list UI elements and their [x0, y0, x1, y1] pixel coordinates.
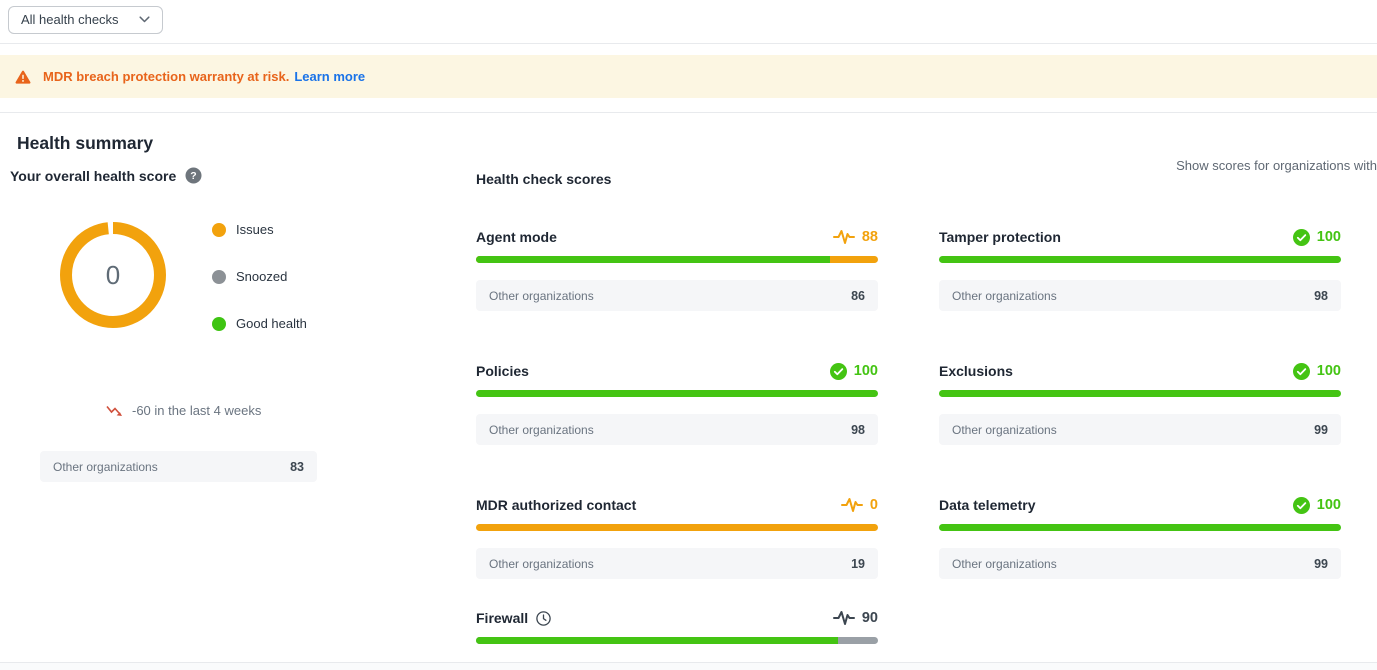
legend-item-snoozed: Snoozed	[212, 269, 307, 284]
comparison-box: Other organizations 99	[939, 414, 1341, 445]
bottom-divider	[0, 662, 1377, 670]
check-name: Data telemetry	[939, 497, 1036, 513]
score-value: 100	[1317, 363, 1341, 379]
comparison-box: Other organizations 86	[476, 280, 878, 311]
filter-selected-value: All health checks	[21, 12, 119, 27]
trend-text: -60 in the last 4 weeks	[132, 403, 261, 418]
score-bar	[476, 637, 878, 644]
check-name: MDR authorized contact	[476, 497, 636, 513]
check-icon	[1293, 497, 1310, 514]
score-value: 100	[1317, 229, 1341, 245]
comparison-box: Other organizations 98	[476, 414, 878, 445]
score-value: 90	[862, 610, 878, 626]
score-value: 100	[1317, 497, 1341, 513]
overall-comparison-box: Other organizations 83	[40, 451, 317, 482]
score-bar-fill	[476, 390, 878, 397]
comparison-label: Other organizations	[952, 289, 1057, 303]
score-card-exclusions: Exclusions 100 Other organizations 99	[939, 361, 1341, 445]
health-check-filter-dropdown[interactable]: All health checks	[8, 6, 163, 34]
pulse-icon	[833, 610, 855, 626]
score-card-mdr-authorized-contact: MDR authorized contact 0 Other organizat…	[476, 495, 878, 579]
learn-more-link[interactable]: Learn more	[294, 69, 365, 84]
overall-health-panel: Your overall health score ? 0	[10, 167, 316, 644]
score-bar-fill	[476, 256, 830, 263]
snoozed-dot-icon	[212, 270, 226, 284]
score-bar	[476, 256, 878, 263]
comparison-value: 83	[290, 460, 304, 474]
legend-label: Issues	[236, 222, 274, 237]
comparison-value: 86	[851, 289, 865, 303]
check-name: Exclusions	[939, 363, 1013, 379]
health-check-scores-panel: Health check scores Agent mode 88 Other …	[476, 167, 1341, 644]
score-card-policies: Policies 100 Other organizations 98	[476, 361, 878, 445]
comparison-label: Other organizations	[489, 423, 594, 437]
comparison-box: Other organizations 98	[939, 280, 1341, 311]
pulse-icon	[833, 229, 855, 245]
score-bar-fill	[939, 256, 1341, 263]
clock-icon[interactable]	[536, 611, 551, 626]
score-value: 100	[854, 363, 878, 379]
check-icon	[1293, 229, 1310, 246]
svg-text:?: ?	[191, 170, 197, 182]
comparison-value: 99	[1314, 557, 1328, 571]
comparison-label: Other organizations	[952, 423, 1057, 437]
check-icon	[1293, 363, 1310, 380]
comparison-value: 99	[1314, 423, 1328, 437]
legend-item-issues: Issues	[212, 222, 307, 237]
donut-legend: Issues Snoozed Good health	[212, 220, 307, 363]
main-content: Health summary Show scores for organizat…	[0, 133, 1377, 644]
check-name: Agent mode	[476, 229, 557, 245]
legend-label: Good health	[236, 316, 307, 331]
comparison-label: Other organizations	[952, 557, 1057, 571]
comparison-box: Other organizations 19	[476, 548, 878, 579]
score-value: 88	[862, 229, 878, 245]
banner-message: MDR breach protection warranty at risk.	[43, 69, 289, 84]
chevron-down-icon	[139, 16, 150, 23]
comparison-label: Other organizations	[489, 557, 594, 571]
check-icon	[830, 363, 847, 380]
comparison-value: 98	[851, 423, 865, 437]
score-card-firewall: Firewall 90 Other organiz	[476, 608, 878, 644]
section-divider	[0, 112, 1377, 113]
score-bar-fill	[939, 390, 1341, 397]
warning-banner: MDR breach protection warranty at risk. …	[0, 55, 1377, 98]
page-title: Health summary	[17, 133, 1377, 154]
legend-item-good-health: Good health	[212, 316, 307, 331]
scores-section-title: Health check scores	[476, 171, 1341, 187]
score-bar	[476, 390, 878, 397]
score-card-data-telemetry: Data telemetry 100 Other organizations 9…	[939, 495, 1341, 579]
score-card-agent-mode: Agent mode 88 Other organizations 86	[476, 227, 878, 311]
score-card-tamper-protection: Tamper protection 100 Other organization…	[939, 227, 1341, 311]
warning-triangle-icon	[15, 70, 31, 84]
score-value: 0	[870, 497, 878, 513]
trend-down-icon	[106, 405, 124, 417]
score-bar	[476, 524, 878, 531]
pulse-icon	[841, 497, 863, 513]
show-scores-label: Show scores for organizations with	[1176, 158, 1377, 173]
comparison-value: 19	[851, 557, 865, 571]
issues-count: 0	[58, 220, 168, 330]
score-bar	[939, 524, 1341, 531]
legend-label: Snoozed	[236, 269, 287, 284]
score-bar-fill	[476, 637, 838, 644]
good-health-dot-icon	[212, 317, 226, 331]
score-bar	[939, 256, 1341, 263]
toolbar: All health checks	[0, 0, 1377, 44]
comparison-box: Other organizations 99	[939, 548, 1341, 579]
comparison-value: 98	[1314, 289, 1328, 303]
issues-dot-icon	[212, 223, 226, 237]
check-name: Firewall	[476, 610, 528, 626]
check-name: Policies	[476, 363, 529, 379]
score-bar-fill	[939, 524, 1341, 531]
comparison-label: Other organizations	[489, 289, 594, 303]
score-bar	[939, 390, 1341, 397]
overall-health-title: Your overall health score	[10, 168, 176, 184]
help-icon[interactable]: ?	[185, 167, 202, 184]
comparison-label: Other organizations	[53, 460, 158, 474]
issues-donut-chart: 0	[58, 220, 168, 330]
check-name: Tamper protection	[939, 229, 1061, 245]
